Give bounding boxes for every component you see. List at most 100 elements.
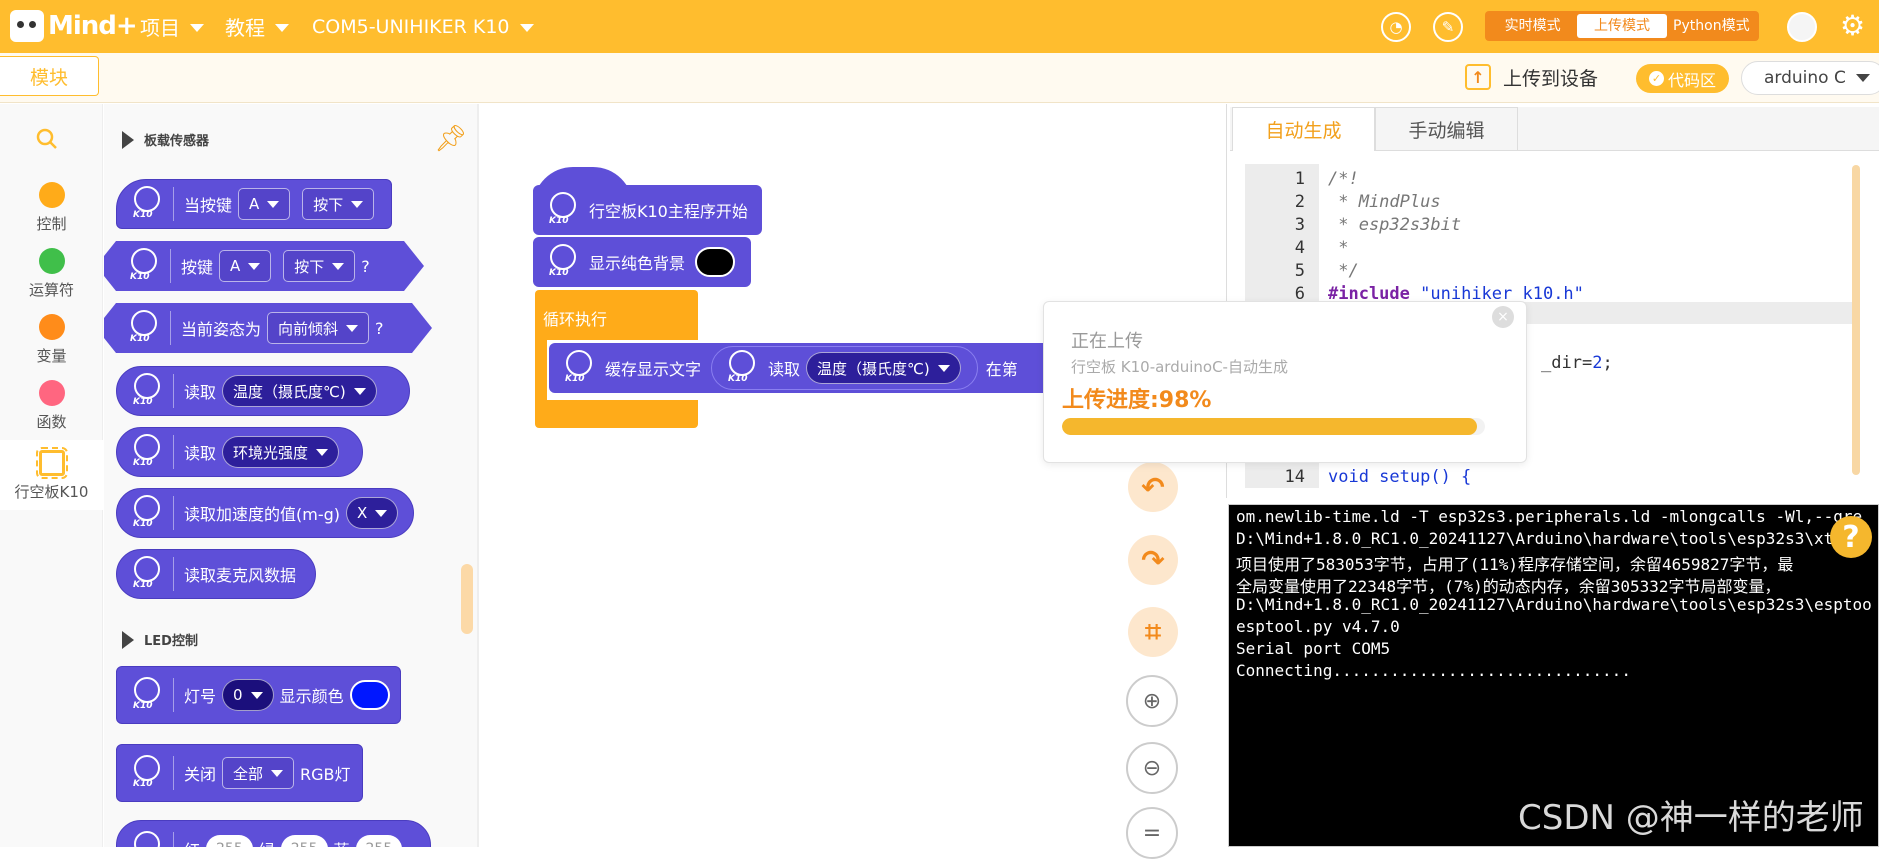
zoom-out-button[interactable]: ⊖: [1126, 742, 1178, 794]
category-k10[interactable]: 行空板K10: [0, 440, 103, 510]
state-dropdown[interactable]: 按下: [302, 188, 375, 220]
redo-button[interactable]: ↷: [1128, 535, 1178, 585]
block-text: 红: [184, 837, 200, 847]
color-picker[interactable]: [695, 247, 736, 277]
dropdown-value: 温度（摄氏度℃): [233, 382, 346, 401]
block-rgb-color[interactable]: 红 255 绿 255 蓝 255: [116, 820, 431, 847]
mode-realtime[interactable]: 实时模式: [1488, 14, 1577, 38]
dropdown-value: 向前倾斜: [278, 319, 339, 338]
reporter-read-temperature[interactable]: 读取 温度（摄氏度℃): [711, 346, 978, 390]
block-text: 读取麦克风数据: [184, 566, 297, 585]
secondary-bar: 模块 ↑ 上传到设备 ✓ 代码区 arduino C: [0, 53, 1879, 103]
block-read-microphone[interactable]: 读取麦克风数据: [116, 549, 316, 599]
mindplus-logo[interactable]: Mind+: [10, 6, 138, 46]
language-value: arduino C: [1764, 68, 1846, 88]
block-button-pressed[interactable]: 按键 A 按下 ?: [104, 241, 424, 291]
block-main-start[interactable]: 行空板K10主程序开始: [533, 185, 762, 235]
divider: [173, 496, 174, 530]
block-text: 读取: [184, 444, 217, 463]
section-onboard-sensors[interactable]: 板载传感器: [122, 130, 209, 149]
edit-icon[interactable]: ✎: [1433, 12, 1463, 42]
block-read-light[interactable]: 读取 环境光强度: [116, 427, 363, 477]
upload-to-device-button[interactable]: ↑ 上传到设备: [1465, 61, 1598, 93]
loop-label: 循环执行: [543, 310, 608, 329]
posture-dropdown[interactable]: 向前倾斜: [267, 312, 369, 344]
upload-icon: ↑: [1465, 64, 1491, 90]
block-text: 读取: [768, 360, 801, 379]
menu-tutorial[interactable]: 教程: [225, 0, 289, 53]
category-label: 变量: [36, 347, 67, 365]
dropdown-value: 全部: [233, 764, 264, 783]
category-label: 控制: [36, 215, 67, 233]
block-question-mark: ?: [375, 318, 384, 338]
robot-icon: [10, 10, 44, 42]
category-control[interactable]: 控制: [0, 182, 103, 234]
help-button[interactable]: ?: [1830, 516, 1872, 558]
palette-scrollbar[interactable]: [461, 564, 473, 634]
zoom-reset-button[interactable]: =: [1126, 807, 1178, 859]
zoom-in-button[interactable]: ⊕: [1126, 675, 1178, 727]
pin-icon[interactable]: 📌︎: [434, 124, 467, 154]
dropdown-value: 按下: [294, 257, 325, 276]
block-current-posture[interactable]: 当前姿态为 向前倾斜 ?: [104, 303, 432, 353]
dashboard-icon[interactable]: ◔: [1381, 12, 1411, 42]
led-number-dropdown[interactable]: 0: [222, 679, 274, 711]
k10-icon: [131, 493, 163, 533]
button-dropdown[interactable]: A: [238, 188, 291, 220]
chip-icon: [35, 447, 68, 479]
mode-python[interactable]: Python模式: [1667, 14, 1756, 38]
brand-name: Mind+: [48, 11, 138, 41]
button-dropdown[interactable]: A: [219, 250, 271, 282]
tab-auto-generate[interactable]: 自动生成: [1232, 107, 1375, 151]
expand-triangle-icon: [122, 630, 134, 649]
category-variables[interactable]: 变量: [0, 314, 103, 366]
category-functions[interactable]: 函数: [0, 380, 103, 432]
color-picker[interactable]: [349, 680, 390, 710]
led-range-dropdown[interactable]: 全部: [222, 757, 295, 789]
block-read-temperature[interactable]: 读取 温度（摄氏度℃): [116, 366, 410, 416]
axis-dropdown[interactable]: X: [346, 497, 399, 529]
category-label: 行空板K10: [14, 483, 89, 501]
block-read-acceleration[interactable]: 读取加速度的值(m-g) X: [116, 488, 414, 538]
code-text: _dir=: [1541, 353, 1593, 373]
state-dropdown[interactable]: 按下: [283, 250, 355, 282]
editor-scrollbar[interactable]: [1852, 165, 1860, 475]
block-when-button[interactable]: 当按键 A 按下: [116, 179, 392, 229]
code-area-toggle[interactable]: ✓ 代码区: [1636, 64, 1729, 93]
block-led-off[interactable]: 关闭 全部 RGB灯: [116, 744, 363, 802]
avatar[interactable]: [1787, 12, 1817, 42]
code-line: */: [1328, 261, 1359, 281]
divider: [170, 249, 171, 283]
green-input[interactable]: 255: [280, 835, 328, 847]
block-text: 读取加速度的值(m-g): [184, 505, 341, 524]
close-icon[interactable]: ×: [1492, 306, 1514, 328]
mode-upload[interactable]: 上传模式: [1577, 14, 1667, 38]
language-select[interactable]: arduino C: [1741, 61, 1879, 95]
chevron-down-icon: [316, 448, 329, 456]
block-cache-text[interactable]: 缓存显示文字 读取 温度（摄氏度℃) 在第: [549, 343, 1049, 393]
crop-icon[interactable]: ⌗: [1128, 607, 1178, 657]
category-dot: [38, 314, 65, 340]
gear-icon[interactable]: ⚙: [1840, 11, 1865, 41]
block-text: 蓝: [334, 837, 350, 847]
block-solid-background[interactable]: 显示纯色背景: [533, 237, 751, 287]
tab-manual-edit[interactable]: 手动编辑: [1375, 107, 1518, 151]
undo-button[interactable]: ↶: [1128, 462, 1178, 512]
category-label: 运算符: [28, 281, 74, 299]
block-led-color[interactable]: 灯号 0 显示颜色: [116, 666, 401, 724]
sensor-dropdown[interactable]: 环境光强度: [222, 436, 340, 468]
line-number: 4: [1294, 238, 1305, 258]
section-led-control[interactable]: LED控制: [122, 630, 198, 649]
chevron-down-icon: [250, 691, 263, 699]
red-input[interactable]: 255: [206, 835, 253, 847]
dropdown-value: A: [230, 257, 241, 275]
search-icon[interactable]: [36, 128, 58, 150]
console-line: D:\Mind+1.8.0_RC1.0_20241127\Arduino\har…: [1236, 529, 1863, 548]
menu-project[interactable]: 项目: [140, 0, 204, 53]
menu-device-port[interactable]: COM5-UNIHIKER K10: [312, 0, 534, 53]
category-operators[interactable]: 运算符: [0, 248, 103, 300]
sensor-dropdown[interactable]: 温度（摄氏度℃): [806, 352, 961, 384]
blue-input[interactable]: 255: [355, 835, 403, 847]
module-tab[interactable]: 模块: [0, 56, 99, 96]
sensor-dropdown[interactable]: 温度（摄氏度℃): [222, 375, 377, 407]
